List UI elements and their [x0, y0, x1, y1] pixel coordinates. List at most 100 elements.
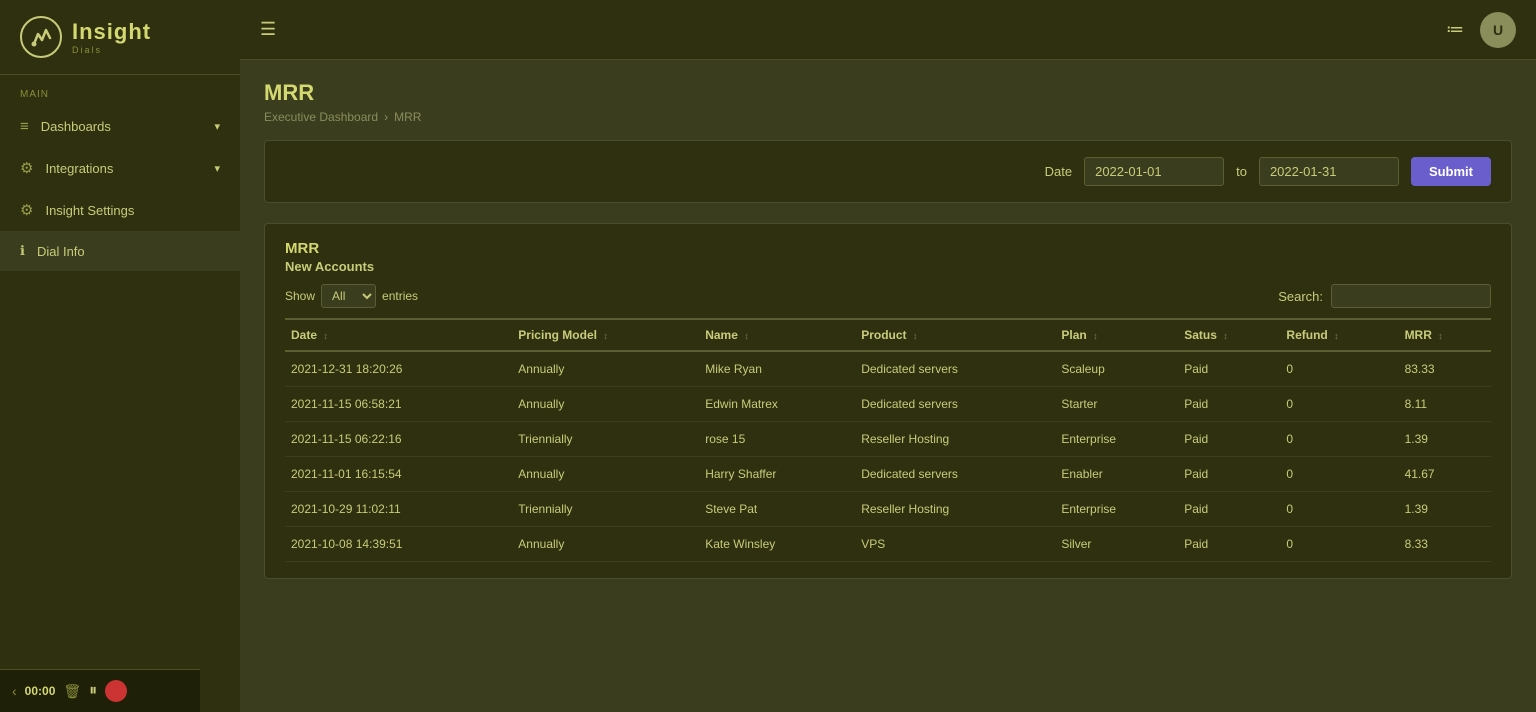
- table-cell: Dedicated servers: [855, 387, 1055, 422]
- sidebar-item-insight-settings[interactable]: ⚙ Insight Settings: [0, 189, 240, 231]
- table-cell: Reseller Hosting: [855, 422, 1055, 457]
- table-cell: Enterprise: [1055, 422, 1178, 457]
- table-cell: Annually: [512, 527, 699, 562]
- sort-icon-plan: ↕: [1093, 331, 1098, 341]
- table-cell: 0: [1280, 457, 1398, 492]
- table-cell: Silver: [1055, 527, 1178, 562]
- table-cell: Paid: [1178, 387, 1280, 422]
- logo-area: Insight Dials: [0, 0, 240, 75]
- table-row: 2021-10-29 11:02:11TrienniallySteve PatR…: [285, 492, 1491, 527]
- table-cell: 0: [1280, 351, 1398, 387]
- sort-icon-product: ↕: [913, 331, 918, 341]
- table-cell: Kate Winsley: [699, 527, 855, 562]
- col-date[interactable]: Date ↕: [285, 319, 512, 351]
- date-to-input[interactable]: [1259, 157, 1399, 186]
- table-cell: 2021-11-15 06:22:16: [285, 422, 512, 457]
- col-plan[interactable]: Plan ↕: [1055, 319, 1178, 351]
- table-cell: 0: [1280, 492, 1398, 527]
- sidebar-section-main: MAIN: [0, 75, 240, 106]
- user-avatar[interactable]: U: [1480, 12, 1516, 48]
- col-product[interactable]: Product ↕: [855, 319, 1055, 351]
- bottom-bar: ‹ 00:00 🗑 ⏸: [0, 669, 200, 712]
- sort-icon-date: ↕: [323, 331, 328, 341]
- table-controls: Show All 10 25 50 100 entries Search:: [285, 284, 1491, 308]
- topbar: ☰ ≔ U: [240, 0, 1536, 60]
- pause-button[interactable]: ⏸: [89, 682, 97, 700]
- table-cell: 8.11: [1399, 387, 1491, 422]
- table-cell: 2021-10-29 11:02:11: [285, 492, 512, 527]
- dashboards-icon: ≡: [20, 118, 29, 135]
- table-cell: rose 15: [699, 422, 855, 457]
- nav-left-icon[interactable]: ‹: [12, 683, 17, 699]
- table-cell: 1.39: [1399, 492, 1491, 527]
- search-input[interactable]: [1331, 284, 1491, 308]
- timer-display: 00:00: [25, 684, 56, 698]
- sidebar-item-label-settings: Insight Settings: [45, 203, 134, 218]
- filter-bar: Date to Submit: [264, 140, 1512, 203]
- table-cell: Paid: [1178, 492, 1280, 527]
- sidebar-item-integrations[interactable]: ⚙ Integrations ▾: [0, 147, 240, 189]
- date-from-input[interactable]: [1084, 157, 1224, 186]
- delete-button[interactable]: 🗑: [63, 683, 81, 700]
- table-cell: Annually: [512, 457, 699, 492]
- col-name[interactable]: Name ↕: [699, 319, 855, 351]
- breadcrumb: Executive Dashboard › MRR: [264, 110, 1512, 124]
- table-header-row: Date ↕ Pricing Model ↕ Name ↕ Product ↕ …: [285, 319, 1491, 351]
- table-cell: 0: [1280, 527, 1398, 562]
- table-cell: 8.33: [1399, 527, 1491, 562]
- table-cell: Triennially: [512, 422, 699, 457]
- table-subtitle: New Accounts: [285, 259, 1491, 274]
- table-cell: 1.39: [1399, 422, 1491, 457]
- info-icon: ℹ: [20, 243, 25, 259]
- mrr-table: Date ↕ Pricing Model ↕ Name ↕ Product ↕ …: [285, 318, 1491, 562]
- logo-icon: [20, 16, 62, 58]
- entries-select[interactable]: All 10 25 50 100: [321, 284, 376, 308]
- sidebar-item-label-dialinfo: Dial Info: [37, 244, 85, 259]
- table-cell: 2021-10-08 14:39:51: [285, 527, 512, 562]
- table-cell: Paid: [1178, 351, 1280, 387]
- table-cell: Harry Shaffer: [699, 457, 855, 492]
- show-entries: Show All 10 25 50 100 entries: [285, 284, 418, 308]
- table-cell: Dedicated servers: [855, 351, 1055, 387]
- table-cell: Annually: [512, 351, 699, 387]
- search-bar: Search:: [1278, 284, 1491, 308]
- col-refund[interactable]: Refund ↕: [1280, 319, 1398, 351]
- table-cell: Mike Ryan: [699, 351, 855, 387]
- date-to-label: to: [1236, 164, 1247, 179]
- main-content: ☰ ≔ U MRR Executive Dashboard › MRR Date…: [240, 0, 1536, 712]
- sort-icon-pricing: ↕: [603, 331, 608, 341]
- col-status[interactable]: Satus ↕: [1178, 319, 1280, 351]
- table-section: MRR New Accounts Show All 10 25 50 100 e…: [264, 223, 1512, 579]
- table-cell: Scaleup: [1055, 351, 1178, 387]
- table-cell: 41.67: [1399, 457, 1491, 492]
- table-cell: Paid: [1178, 457, 1280, 492]
- breadcrumb-parent[interactable]: Executive Dashboard: [264, 110, 378, 124]
- tasks-icon[interactable]: ≔: [1446, 19, 1464, 40]
- sidebar-item-dial-info[interactable]: ℹ Dial Info: [0, 231, 240, 271]
- chevron-down-icon-2: ▾: [214, 162, 220, 175]
- table-row: 2021-10-08 14:39:51AnnuallyKate WinsleyV…: [285, 527, 1491, 562]
- show-label: Show: [285, 289, 315, 303]
- col-pricing-model[interactable]: Pricing Model ↕: [512, 319, 699, 351]
- search-label: Search:: [1278, 289, 1323, 304]
- app-sub: Dials: [72, 45, 151, 55]
- col-mrr[interactable]: MRR ↕: [1399, 319, 1491, 351]
- table-cell: Reseller Hosting: [855, 492, 1055, 527]
- table-cell: Enterprise: [1055, 492, 1178, 527]
- record-button[interactable]: [105, 680, 127, 702]
- table-cell: 2021-11-15 06:58:21: [285, 387, 512, 422]
- integrations-icon: ⚙: [20, 159, 33, 177]
- breadcrumb-arrow: ›: [384, 110, 388, 124]
- table-cell: Annually: [512, 387, 699, 422]
- sidebar-item-label-integrations: Integrations: [45, 161, 113, 176]
- hamburger-icon[interactable]: ☰: [260, 19, 276, 40]
- sort-icon-name: ↕: [744, 331, 749, 341]
- chevron-down-icon: ▾: [214, 120, 220, 133]
- sidebar-item-dashboards[interactable]: ≡ Dashboards ▾: [0, 106, 240, 147]
- table-title: MRR: [285, 240, 1491, 257]
- table-cell: 83.33: [1399, 351, 1491, 387]
- table-cell: Paid: [1178, 422, 1280, 457]
- entries-label: entries: [382, 289, 418, 303]
- table-row: 2021-11-15 06:22:16Trienniallyrose 15Res…: [285, 422, 1491, 457]
- submit-button[interactable]: Submit: [1411, 157, 1491, 186]
